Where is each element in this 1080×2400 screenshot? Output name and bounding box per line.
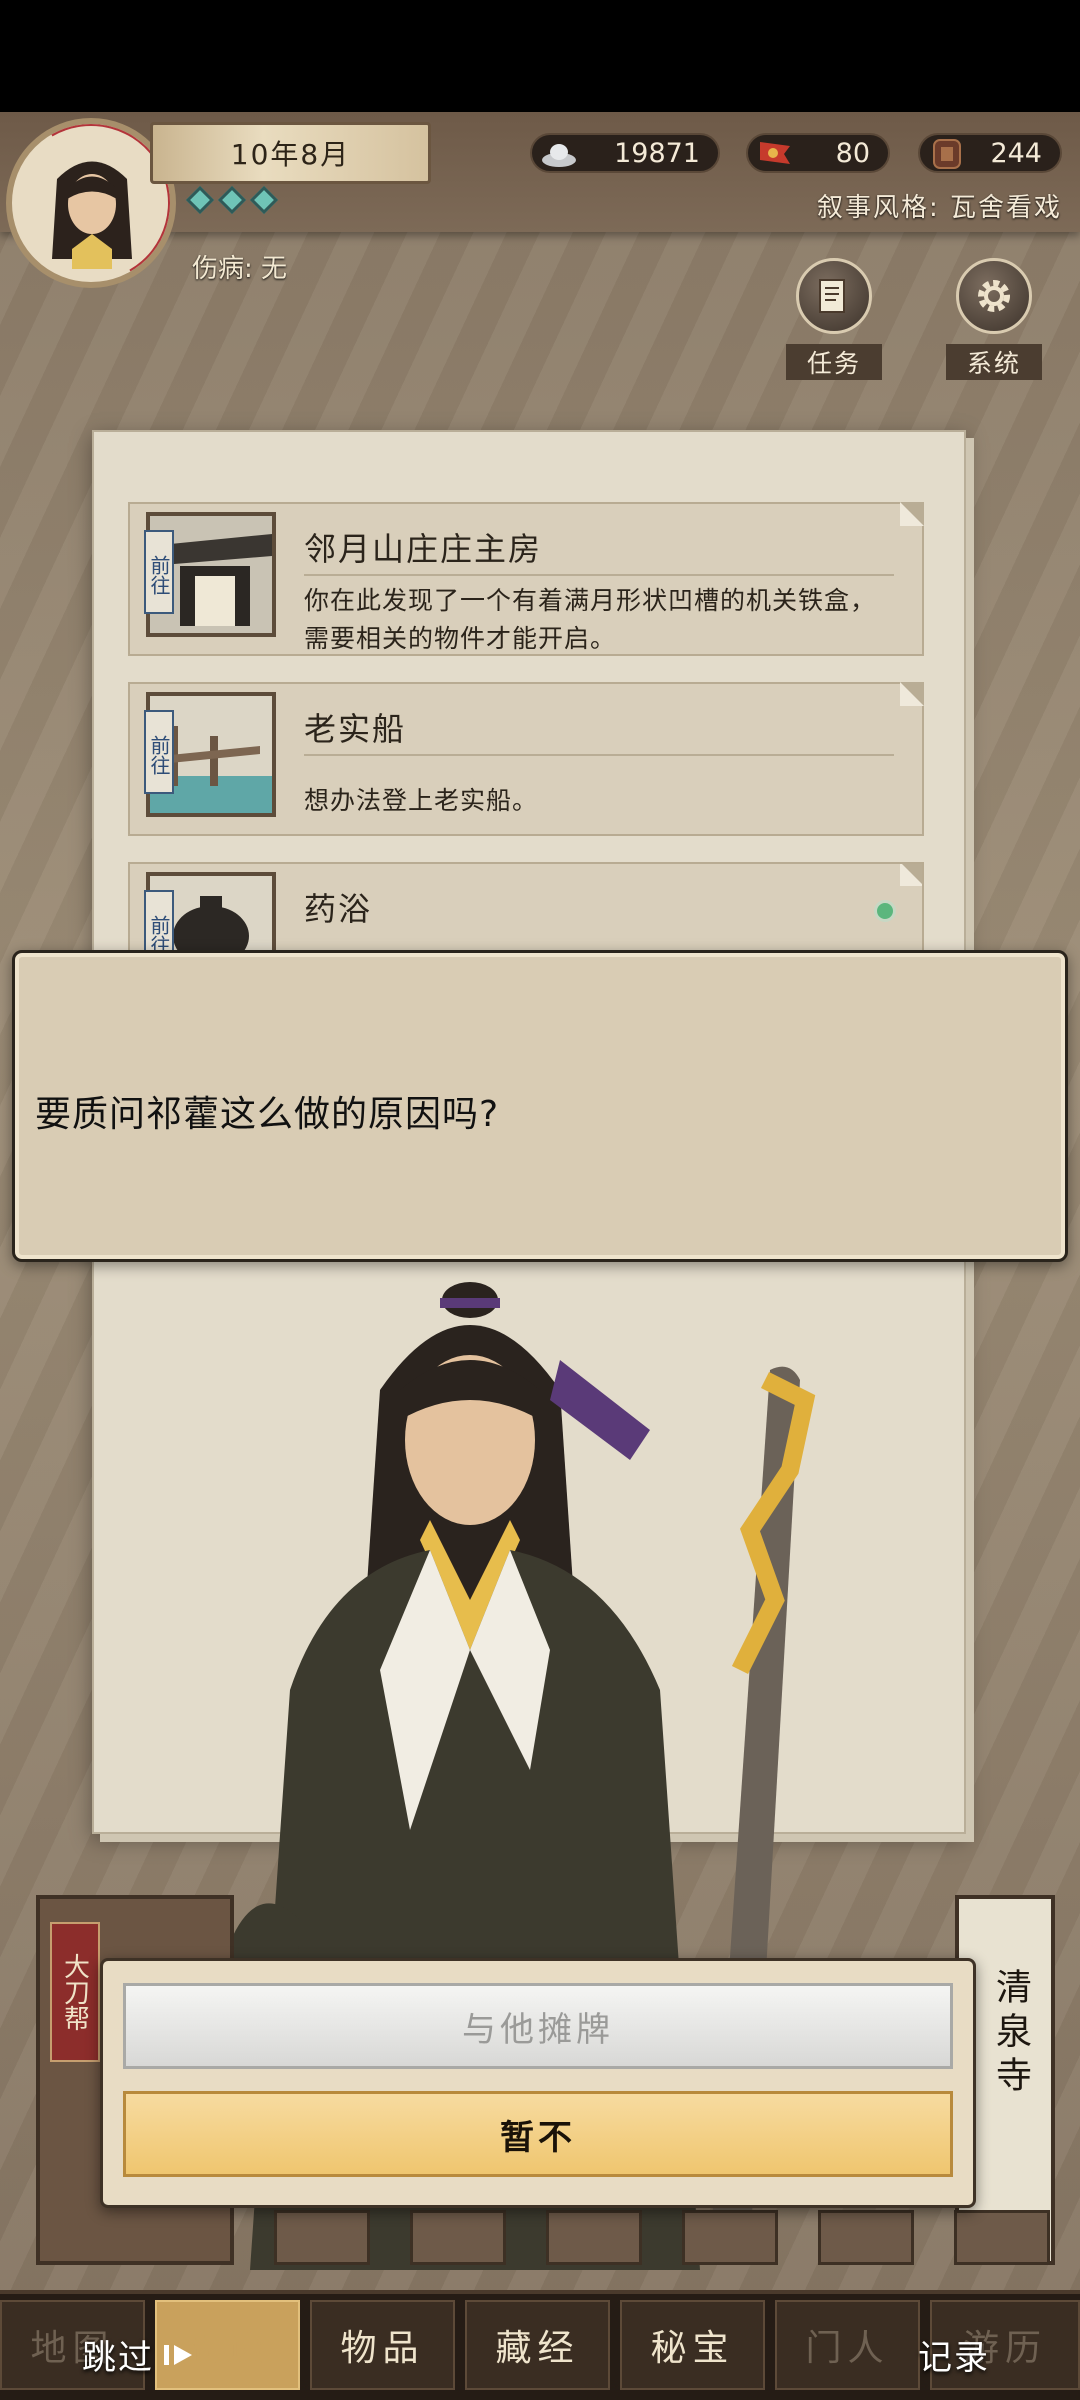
- seal-token-icon: [933, 139, 961, 169]
- page-fold: [900, 682, 924, 706]
- map-slot[interactable]: [410, 2210, 506, 2265]
- tab-disciples[interactable]: 门人: [775, 2300, 920, 2390]
- quest-item[interactable]: 前往 药浴: [128, 862, 924, 952]
- play-skip-icon: [164, 2344, 192, 2365]
- quest-item[interactable]: 前往 老实船 想办法登上老实船。: [128, 682, 924, 836]
- map-slot[interactable]: [682, 2210, 778, 2265]
- system-label[interactable]: 系统: [946, 344, 1042, 380]
- page-fold: [900, 864, 922, 886]
- silver-ingot-icon: [542, 144, 576, 167]
- flag-value: 80: [835, 137, 870, 169]
- tab-treasures[interactable]: 秘宝: [620, 2300, 765, 2390]
- divider: [304, 754, 894, 756]
- map-slot[interactable]: [954, 2210, 1050, 2265]
- map-slot[interactable]: [818, 2210, 914, 2265]
- goto-tag[interactable]: 前往: [144, 530, 174, 614]
- divider: [304, 574, 894, 576]
- page-fold: [900, 502, 924, 526]
- system-button[interactable]: [956, 258, 1032, 334]
- quest-description: 想办法登上老实船。: [304, 786, 539, 815]
- quest-title: 药浴: [304, 890, 373, 928]
- token-counter: 244: [918, 133, 1062, 173]
- injury-status: 伤病: 无: [192, 254, 288, 284]
- dialog-question: 要质问祁藿这么做的原因吗?: [35, 1094, 500, 1135]
- diamond-icon: [217, 185, 247, 215]
- tab-items[interactable]: 物品: [310, 2300, 455, 2390]
- quest-title: 邻月山庄庄主房: [304, 530, 543, 568]
- map-slot[interactable]: [274, 2210, 370, 2265]
- goto-tag[interactable]: 前往: [144, 890, 174, 950]
- flag-counter: 80: [746, 133, 890, 173]
- active-dot-icon: [874, 900, 896, 922]
- choice-panel: 与他摊牌 暂不: [100, 1958, 976, 2208]
- dialog-box: 要质问祁藿这么做的原因吗?: [12, 950, 1068, 1262]
- quest-item[interactable]: 前往 邻月山庄庄主房 你在此发现了一个有着满月形状凹槽的机关铁盒，需要相关的物件…: [128, 502, 924, 656]
- skip-button[interactable]: 跳过: [82, 2330, 196, 2379]
- diamond-icon: [185, 185, 215, 215]
- confront-option-button[interactable]: 与他摊牌: [123, 1983, 953, 2069]
- quest-description: 你在此发现了一个有着满月形状凹槽的机关铁盒，需要相关的物件才能开启。: [304, 586, 877, 653]
- date-display: 10年8月: [150, 122, 431, 184]
- quest-title: 老实船: [304, 710, 407, 748]
- token-value: 244: [990, 137, 1042, 169]
- goto-tag[interactable]: 前往: [144, 710, 174, 794]
- status-diamonds: [185, 185, 279, 215]
- skip-label: 跳过: [82, 2338, 154, 2378]
- map-slot[interactable]: [546, 2210, 642, 2265]
- red-flag-icon: [760, 142, 790, 164]
- gear-icon: [978, 280, 1010, 312]
- not-now-option-button[interactable]: 暂不: [123, 2091, 953, 2177]
- silver-counter: 19871: [530, 133, 720, 173]
- narrative-style: 叙事风格: 瓦舍看戏: [816, 193, 1062, 223]
- tasks-button[interactable]: [796, 258, 872, 334]
- tab-scriptures[interactable]: 藏经: [465, 2300, 610, 2390]
- faction-tag-right[interactable]: 清泉寺: [984, 1968, 1036, 2100]
- record-button[interactable]: 记录: [918, 2330, 990, 2379]
- silver-value: 19871: [614, 137, 700, 169]
- portrait-icon: [52, 161, 132, 269]
- faction-tag-left[interactable]: 大刀帮: [50, 1922, 100, 2062]
- scroll-icon: [819, 279, 845, 313]
- diamond-icon: [249, 185, 279, 215]
- tasks-label[interactable]: 任务: [786, 344, 882, 380]
